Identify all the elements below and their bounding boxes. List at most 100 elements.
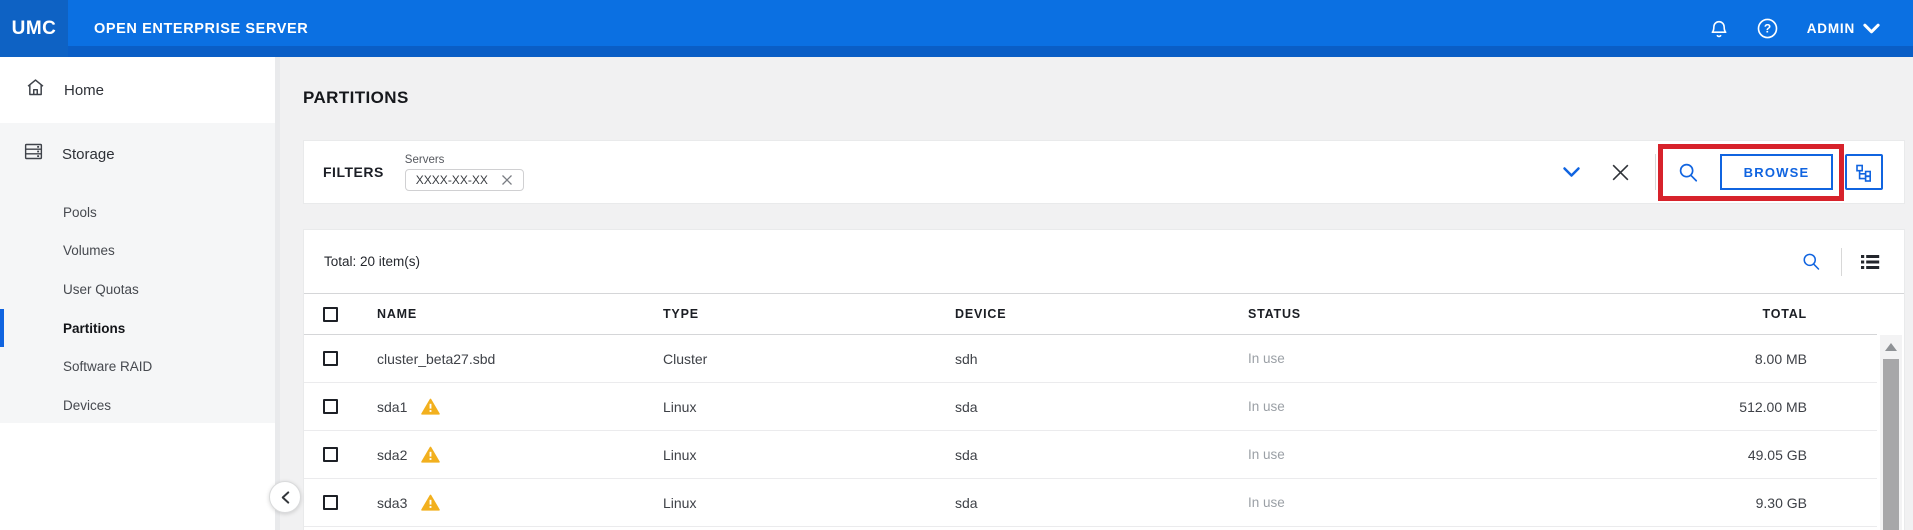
scrollbar-thumb[interactable] xyxy=(1883,359,1899,530)
list-view-icon[interactable] xyxy=(1860,253,1880,271)
cell-total: 9.30 GB xyxy=(1528,495,1877,511)
cell-type: Cluster xyxy=(663,351,955,367)
row-select-cell xyxy=(304,399,377,414)
cell-device: sda xyxy=(955,447,1248,463)
row-checkbox[interactable] xyxy=(323,399,338,414)
cell-status: In use xyxy=(1248,447,1528,462)
chevron-down-icon xyxy=(1863,23,1880,35)
cell-total: 512.00 MB xyxy=(1528,399,1877,415)
column-header-total[interactable]: TOTAL xyxy=(1528,307,1877,321)
bell-icon[interactable] xyxy=(1708,17,1730,41)
partitions-table-card: Total: 20 item(s) NAMETYPEDEV xyxy=(303,229,1905,530)
app-header: UMC OPEN ENTERPRISE SERVER ? ADMIN xyxy=(0,0,1913,57)
divider xyxy=(1841,248,1842,276)
user-menu[interactable]: ADMIN xyxy=(1807,21,1880,36)
sidebar-item-volumes[interactable]: Volumes xyxy=(0,232,275,271)
cell-device: sda xyxy=(955,399,1248,415)
cell-name: sda3 xyxy=(377,494,663,511)
table-row[interactable]: sda3LinuxsdaIn use9.30 GB xyxy=(304,479,1877,527)
select-all-cell xyxy=(304,307,377,322)
cell-total: 49.05 GB xyxy=(1528,447,1877,463)
sidebar-item-pools[interactable]: Pools xyxy=(0,193,275,232)
row-select-cell xyxy=(304,447,377,462)
sidebar-item-software-raid[interactable]: Software RAID xyxy=(0,347,275,386)
row-checkbox[interactable] xyxy=(323,351,338,366)
storage-icon xyxy=(23,141,44,167)
sidebar-collapse-button[interactable] xyxy=(269,481,301,513)
sidebar-storage-children: Pools Volumes User Quotas Partitions Softwar… xyxy=(0,185,275,425)
umc-logo-block[interactable]: UMC xyxy=(0,0,68,57)
cell-name: sda2 xyxy=(377,446,663,463)
sidebar-item-label: User Quotas xyxy=(63,282,139,297)
column-header-type[interactable]: TYPE xyxy=(663,307,955,321)
sidebar-item-label: Volumes xyxy=(63,243,115,258)
cell-name: sda1 xyxy=(377,398,663,415)
cell-device: sdh xyxy=(955,351,1248,367)
total-items-count: Total: 20 item(s) xyxy=(324,254,420,269)
selected-indicator xyxy=(0,309,4,348)
warning-icon-wrap[interactable] xyxy=(421,446,440,463)
table-row[interactable]: sda2LinuxsdaIn use49.05 GB xyxy=(304,431,1877,479)
scroll-up-arrow-icon[interactable] xyxy=(1885,343,1897,351)
table-body: cluster_beta27.sbdClustersdhIn use8.00 M… xyxy=(304,335,1877,527)
expand-filters-chevron-icon[interactable] xyxy=(1562,166,1581,179)
filter-group-servers: Servers XXXX-XX-XX xyxy=(405,154,524,191)
partition-name: sda3 xyxy=(377,495,407,511)
warning-icon-wrap[interactable] xyxy=(421,494,440,511)
cell-status: In use xyxy=(1248,495,1528,510)
filters-bar: FILTERS Servers XXXX-XX-XX xyxy=(303,140,1905,204)
cell-type: Linux xyxy=(663,447,955,463)
main-content: PARTITIONS FILTERS Servers XXXX-XX-XX xyxy=(280,57,1913,530)
cell-status: In use xyxy=(1248,351,1528,366)
warning-icon xyxy=(421,494,440,511)
chevron-left-icon xyxy=(280,491,291,504)
divider xyxy=(1655,154,1656,190)
chip-remove-icon[interactable] xyxy=(501,174,513,186)
sidebar-group-storage: Storage Pools Volumes User Quotas Partition… xyxy=(0,123,275,423)
filters-label: FILTERS xyxy=(323,164,384,180)
help-icon[interactable]: ? xyxy=(1756,17,1779,40)
warning-icon-wrap[interactable] xyxy=(421,398,440,415)
table-row[interactable]: sda1LinuxsdaIn use512.00 MB xyxy=(304,383,1877,431)
sidebar-item-partitions[interactable]: Partitions xyxy=(0,309,275,348)
tree-view-button[interactable] xyxy=(1845,154,1883,190)
column-header-name[interactable]: NAME xyxy=(377,307,663,321)
cell-type: Linux xyxy=(663,399,955,415)
table-toolbar-actions xyxy=(1801,248,1880,276)
sidebar-item-user-quotas[interactable]: User Quotas xyxy=(0,270,275,309)
clear-filters-close-icon[interactable] xyxy=(1610,162,1631,183)
column-header-device[interactable]: DEVICE xyxy=(955,307,1248,321)
home-icon xyxy=(25,77,46,103)
search-icon[interactable] xyxy=(1677,161,1699,184)
page-title: PARTITIONS xyxy=(303,88,409,108)
user-menu-label: ADMIN xyxy=(1807,21,1855,36)
table-search-icon[interactable] xyxy=(1801,251,1821,272)
vertical-scrollbar[interactable] xyxy=(1880,335,1902,530)
cell-type: Linux xyxy=(663,495,955,511)
warning-icon xyxy=(421,446,440,463)
sidebar-item-label: Home xyxy=(64,82,104,99)
cell-total: 8.00 MB xyxy=(1528,351,1877,367)
chip-label: XXXX-XX-XX xyxy=(416,173,488,187)
server-filter-chip[interactable]: XXXX-XX-XX xyxy=(405,169,524,191)
sidebar-item-label: Devices xyxy=(63,398,111,413)
cell-status: In use xyxy=(1248,399,1528,414)
sidebar: Home Storage Pools Volumes User Quotas Part… xyxy=(0,57,275,530)
sidebar-item-home[interactable]: Home xyxy=(0,57,275,123)
svg-text:?: ? xyxy=(1764,22,1771,36)
sidebar-item-storage[interactable]: Storage xyxy=(0,123,275,185)
column-header-status[interactable]: STATUS xyxy=(1248,307,1528,321)
select-all-checkbox[interactable] xyxy=(323,307,338,322)
sidebar-item-label: Partitions xyxy=(63,321,125,336)
sidebar-item-label: Pools xyxy=(63,205,97,220)
topbar-actions: ? ADMIN xyxy=(1708,17,1913,41)
table-row[interactable]: cluster_beta27.sbdClustersdhIn use8.00 M… xyxy=(304,335,1877,383)
row-checkbox[interactable] xyxy=(323,495,338,510)
browse-button[interactable]: BROWSE xyxy=(1720,154,1833,190)
filter-group-label: Servers xyxy=(405,154,524,166)
sidebar-item-devices[interactable]: Devices xyxy=(0,386,275,425)
sidebar-item-label: Storage xyxy=(62,146,115,163)
warning-icon xyxy=(421,398,440,415)
row-checkbox[interactable] xyxy=(323,447,338,462)
table: NAMETYPEDEVICESTATUSTOTAL cluster_beta27… xyxy=(304,294,1877,527)
